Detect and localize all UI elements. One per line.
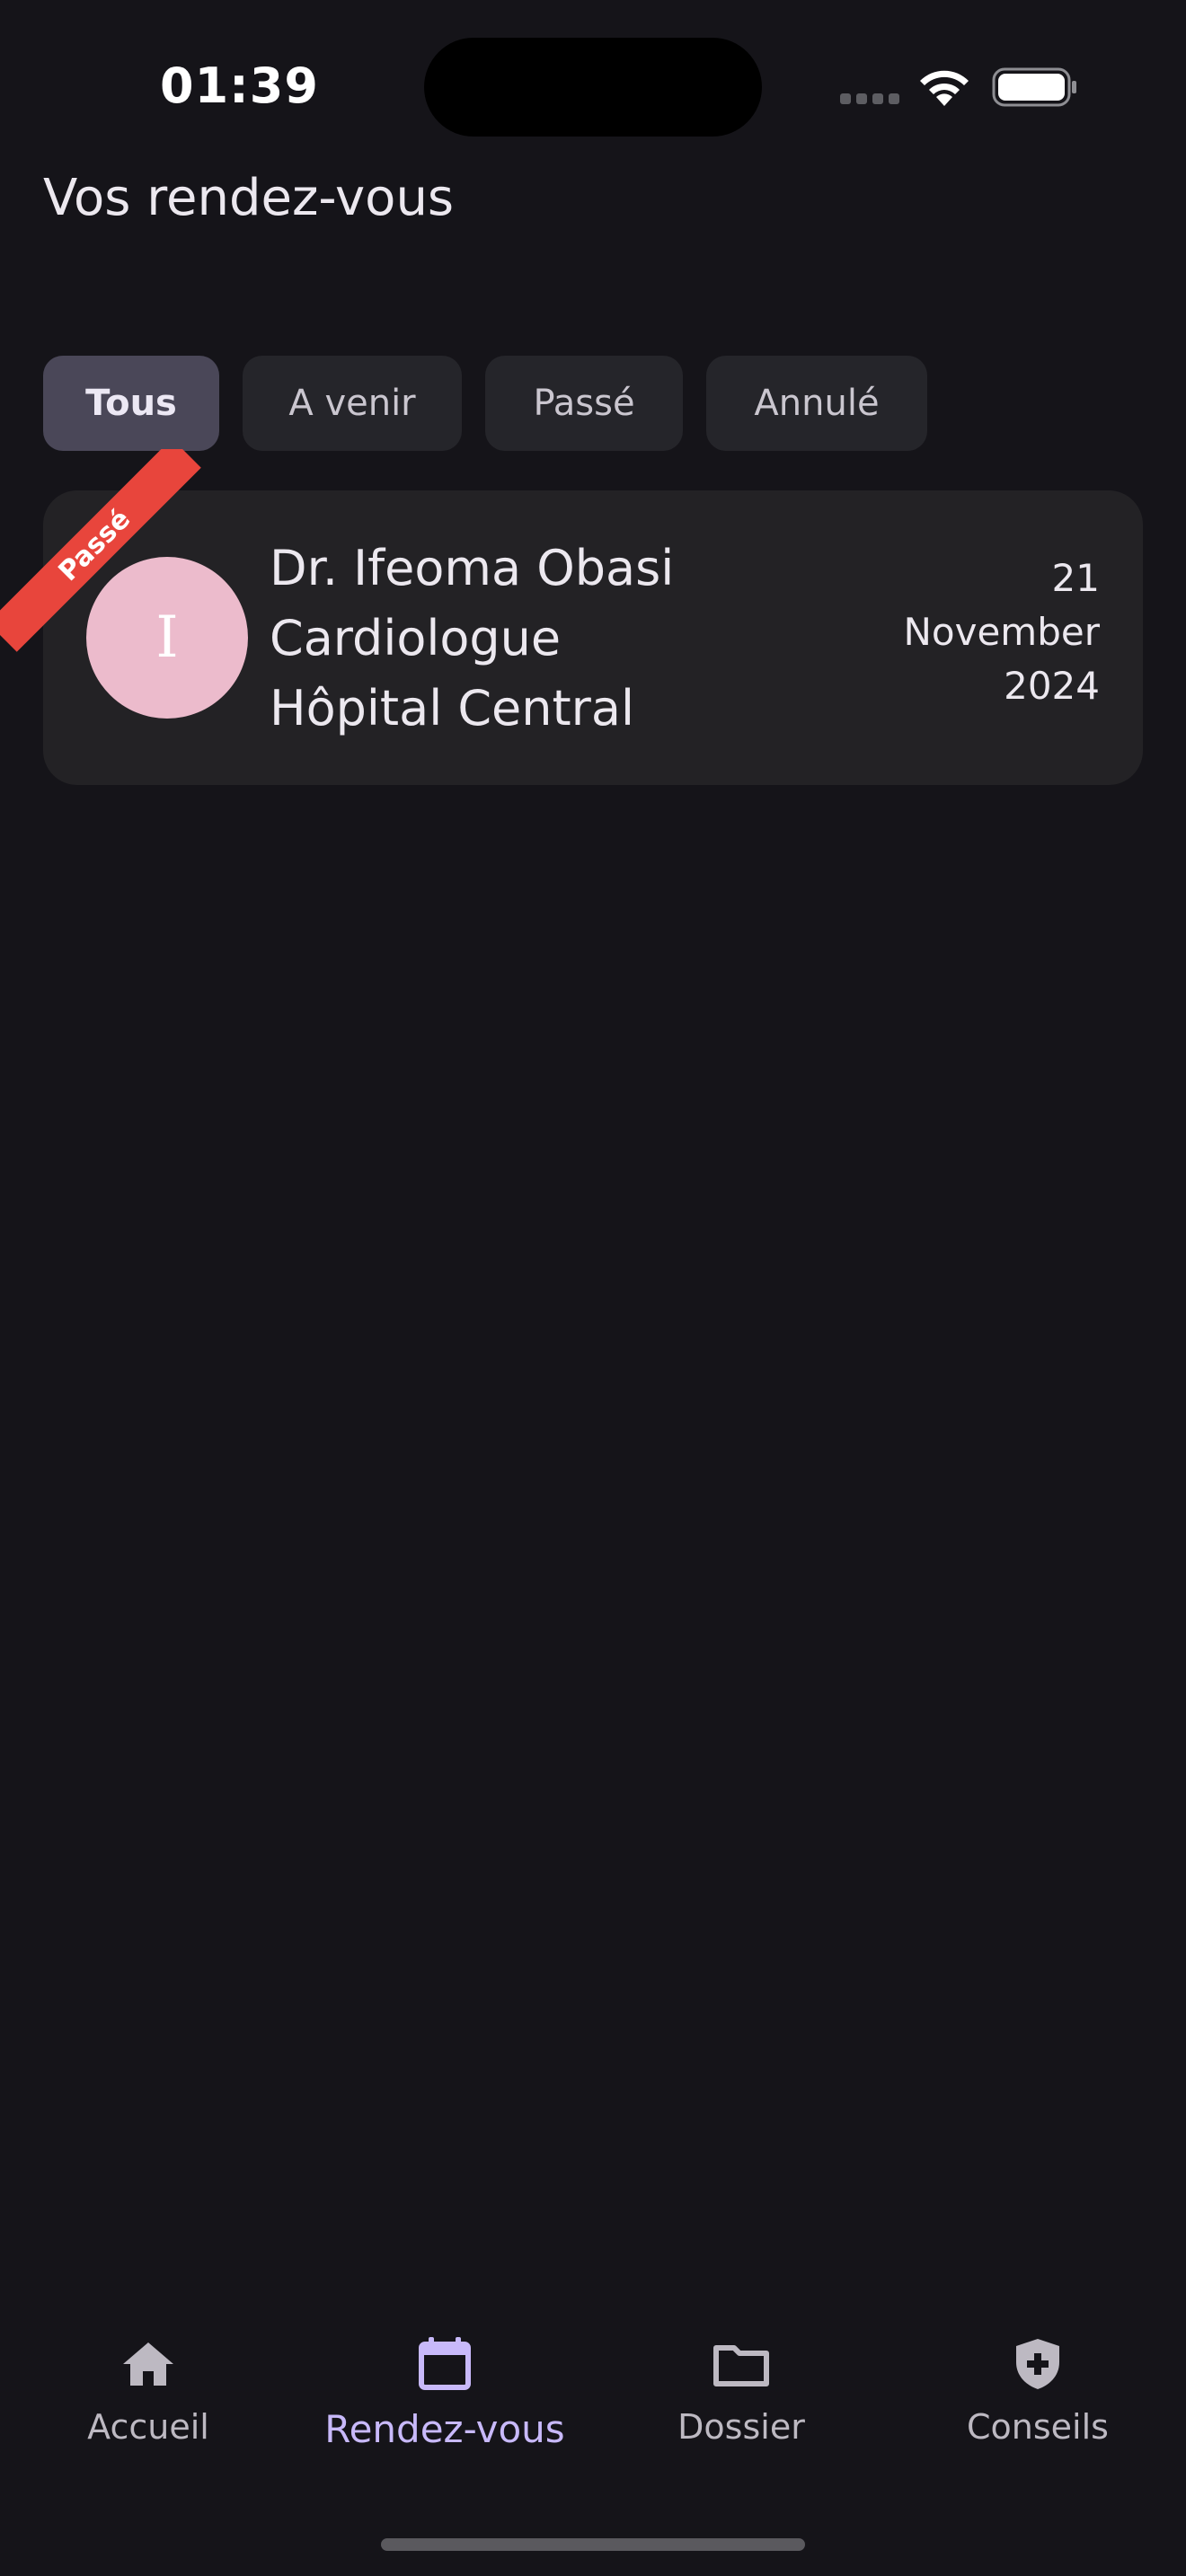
calendar-icon <box>419 2337 471 2390</box>
filter-chip-tous[interactable]: Tous <box>43 356 219 451</box>
appointment-details: Dr. Ifeoma Obasi Cardiologue Hôpital Cen… <box>270 534 674 744</box>
nav-label: Accueil <box>87 2407 209 2447</box>
filter-chip-passe[interactable]: Passé <box>485 356 683 451</box>
status-ribbon: Passé <box>0 449 234 683</box>
date-day: 21 <box>1051 556 1100 600</box>
nav-label: Rendez-vous <box>324 2407 565 2451</box>
date-year: 2024 <box>1004 664 1100 708</box>
wifi-icon <box>920 70 969 106</box>
nav-label: Dossier <box>677 2407 805 2447</box>
home-indicator[interactable] <box>381 2538 805 2551</box>
nav-item-conseils[interactable]: Conseils <box>890 2335 1186 2470</box>
nav-item-rendez-vous[interactable]: Rendez-vous <box>296 2335 593 2470</box>
date-month: November <box>903 610 1101 654</box>
filter-chip-annule[interactable]: Annulé <box>706 356 927 451</box>
filter-chips: Tous A venir Passé Annulé <box>43 356 927 451</box>
folder-icon <box>713 2345 769 2386</box>
doctor-specialty: Cardiologue <box>270 610 562 666</box>
battery-icon <box>992 67 1076 107</box>
nav-item-dossier[interactable]: Dossier <box>593 2335 890 2470</box>
home-icon <box>123 2342 173 2386</box>
shield-plus-icon <box>1016 2339 1059 2389</box>
appointment-date: 21 November 2024 <box>904 551 1101 713</box>
status-badge: Passé <box>0 449 201 652</box>
nav-label: Conseils <box>967 2407 1109 2447</box>
status-time: 01:39 <box>160 57 319 114</box>
filter-chip-a-venir[interactable]: A venir <box>243 356 462 451</box>
hospital-name: Hôpital Central <box>270 680 634 737</box>
page-title: Vos rendez-vous <box>43 169 455 227</box>
nav-item-accueil[interactable]: Accueil <box>0 2335 296 2470</box>
doctor-name: Dr. Ifeoma Obasi <box>270 540 675 596</box>
cellular-signal-icon <box>840 93 899 104</box>
dynamic-island <box>424 38 762 137</box>
